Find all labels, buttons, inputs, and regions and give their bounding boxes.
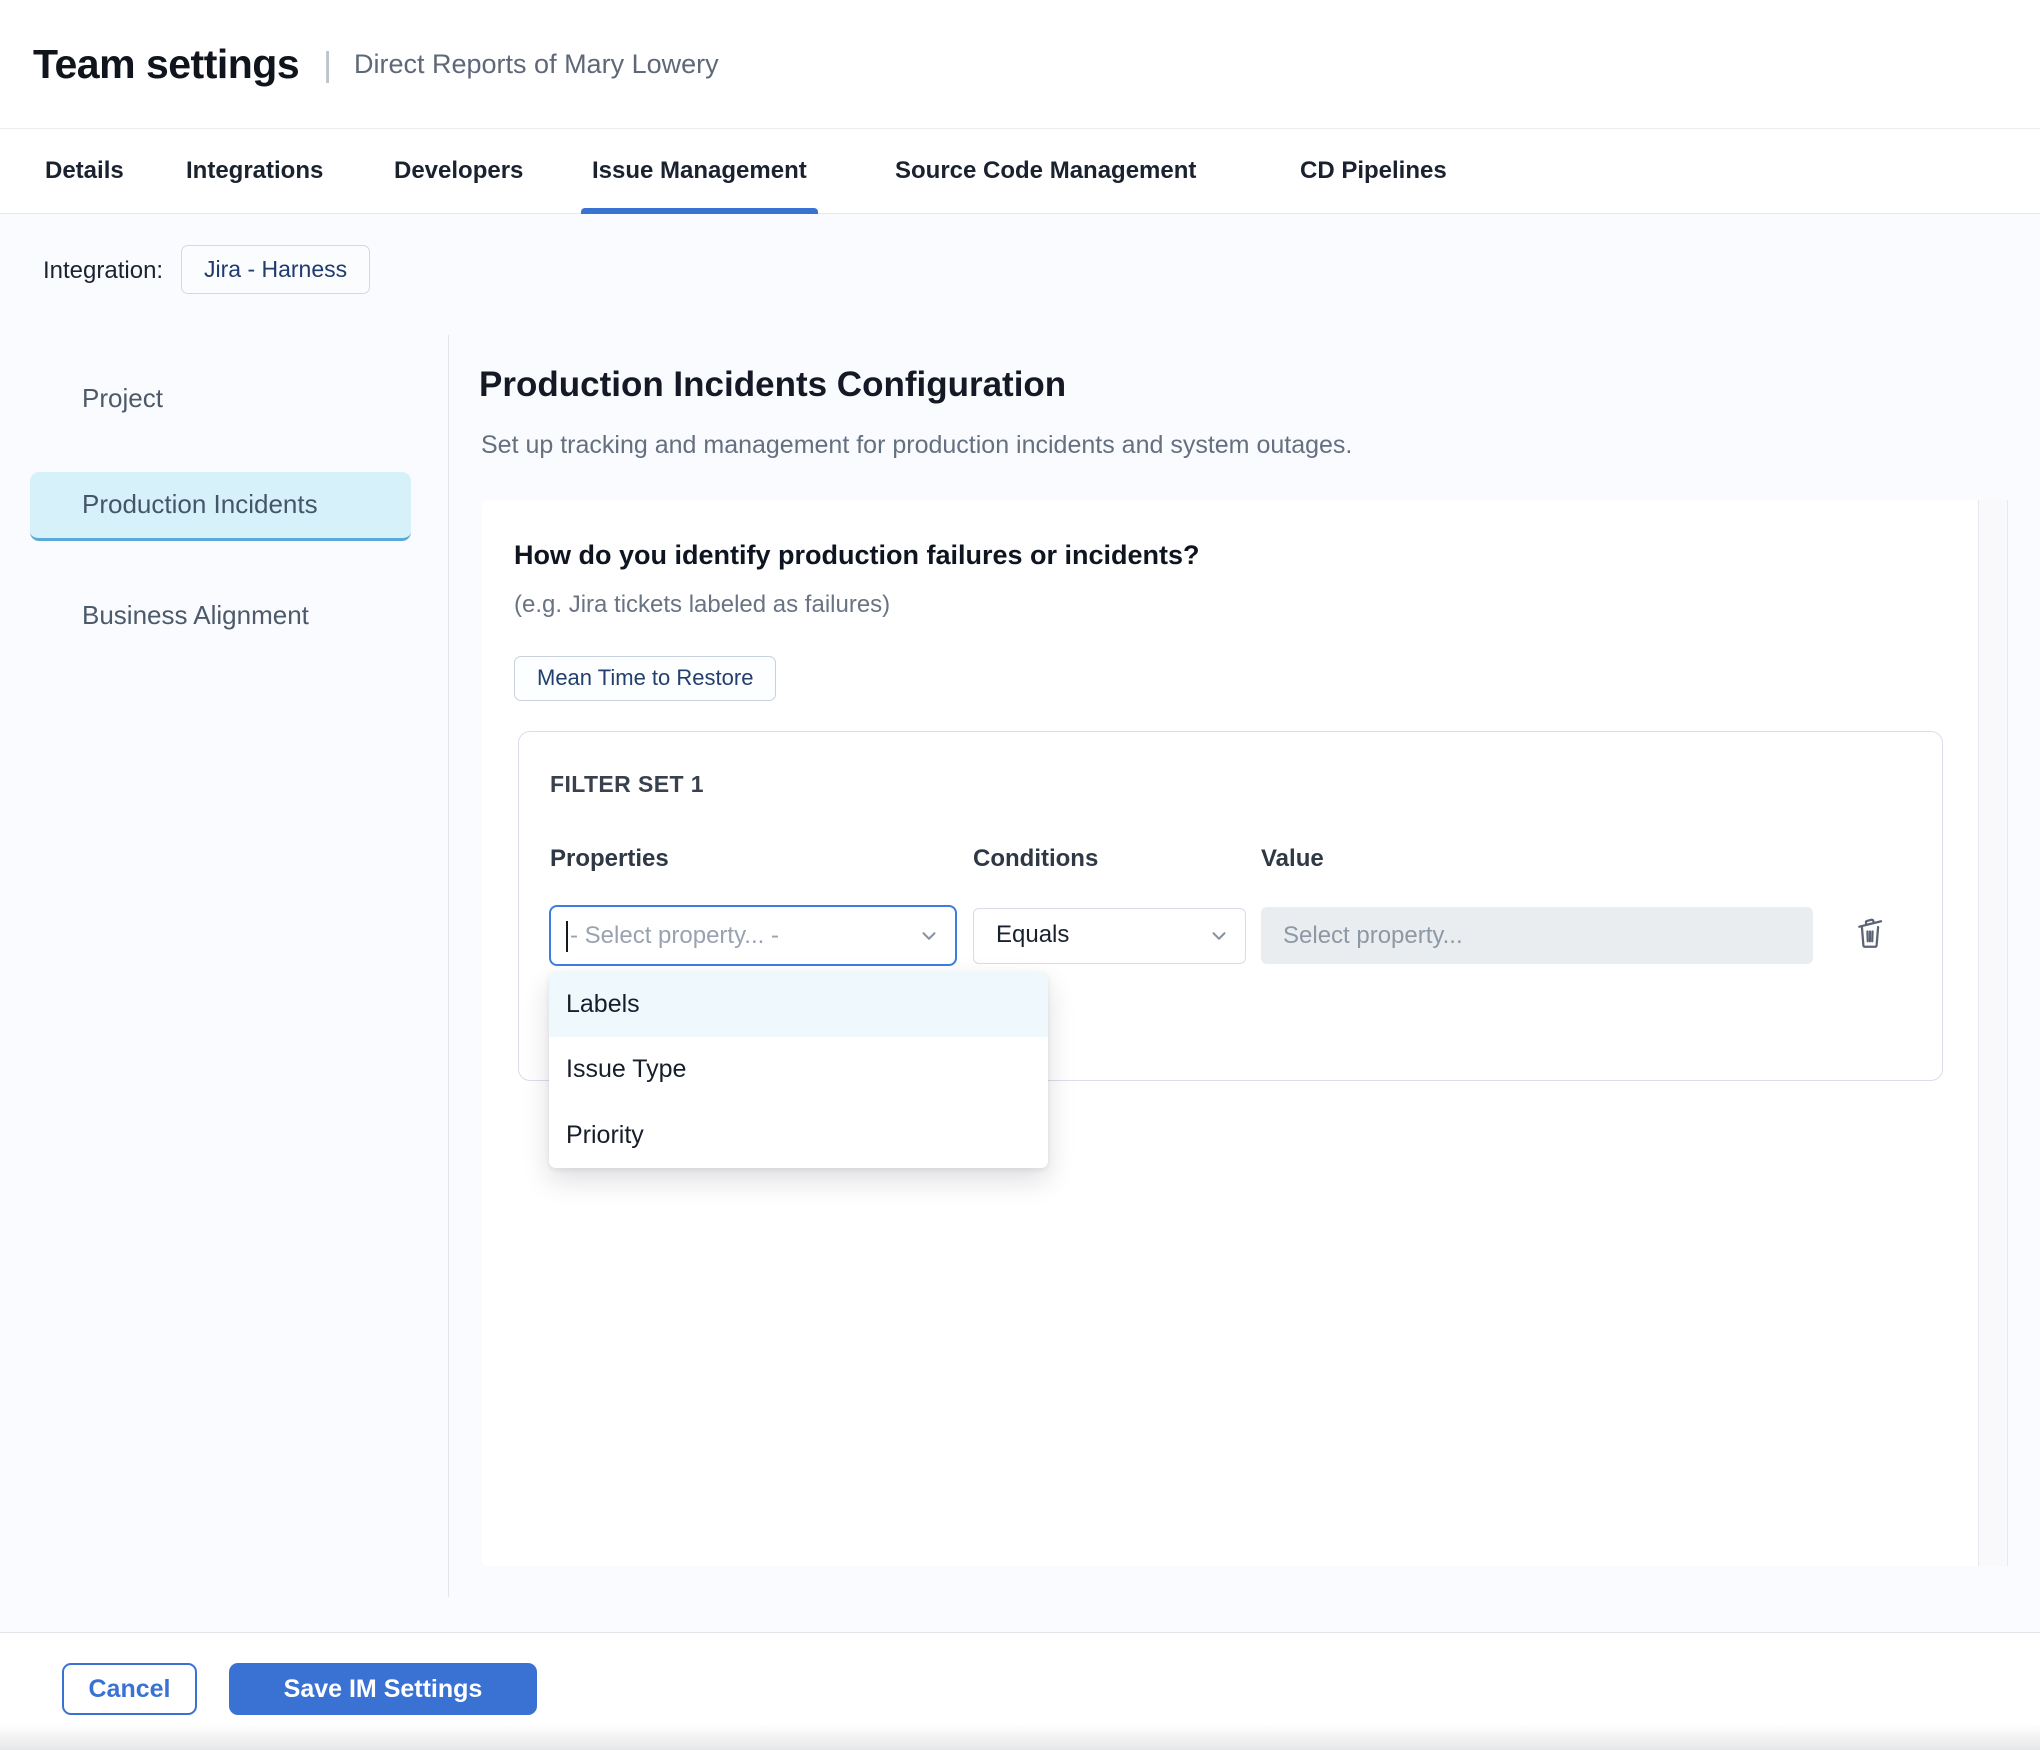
tab-issue-management[interactable]: Issue Management <box>592 129 807 213</box>
tab-details[interactable]: Details <box>45 129 124 213</box>
properties-column-label: Properties <box>550 845 669 873</box>
settings-tab-bar: Details Integrations Developers Issue Ma… <box>0 129 2040 214</box>
value-input[interactable] <box>1261 907 1813 964</box>
page-header: Team settings | Direct Reports of Mary L… <box>0 0 2040 129</box>
chevron-down-icon <box>1208 925 1230 947</box>
text-caret <box>566 921 568 952</box>
tab-cd-pipelines[interactable]: CD Pipelines <box>1300 129 1447 213</box>
title-separator: | <box>323 46 332 85</box>
section-title: Production Incidents Configuration <box>479 365 1066 405</box>
footer-action-bar: Cancel Save IM Settings <box>0 1632 2040 1750</box>
value-column-label: Value <box>1261 845 1324 873</box>
filter-set-title: FILTER SET 1 <box>550 771 704 798</box>
integration-label: Integration: <box>43 257 163 285</box>
sidebar-item-production-incidents[interactable]: Production Incidents <box>30 472 411 541</box>
tab-integrations[interactable]: Integrations <box>186 129 323 213</box>
property-select[interactable]: - Select property... - <box>549 905 957 966</box>
conditions-column-label: Conditions <box>973 845 1098 873</box>
sidebar-item-business-alignment[interactable]: Business Alignment <box>82 600 309 631</box>
property-select-placeholder: - Select property... - <box>570 907 779 964</box>
cancel-button[interactable]: Cancel <box>62 1663 197 1715</box>
panel-scrollbar[interactable] <box>1978 500 2008 1566</box>
question-hint: (e.g. Jira tickets labeled as failures) <box>514 591 890 619</box>
dropdown-option-priority[interactable]: Priority <box>549 1103 1048 1168</box>
sidebar-item-label: Production Incidents <box>82 472 318 536</box>
question-heading: How do you identify production failures … <box>514 540 1200 571</box>
tab-developers[interactable]: Developers <box>394 129 523 213</box>
dropdown-option-issue-type[interactable]: Issue Type <box>549 1037 1048 1102</box>
condition-select[interactable]: Equals <box>973 908 1246 964</box>
footer-fade <box>0 1724 2040 1750</box>
integration-badge[interactable]: Jira - Harness <box>181 245 370 294</box>
dropdown-option-labels[interactable]: Labels <box>549 972 1048 1037</box>
section-subtitle: Set up tracking and management for produ… <box>481 431 1352 460</box>
condition-select-value: Equals <box>996 909 1069 961</box>
save-im-settings-button[interactable]: Save IM Settings <box>229 1663 537 1715</box>
trash-icon <box>1852 913 1888 953</box>
page-title: Team settings <box>33 41 299 88</box>
tab-source-code-management[interactable]: Source Code Management <box>895 129 1196 213</box>
sidebar-divider <box>448 335 449 1597</box>
chevron-down-icon <box>918 925 940 947</box>
property-dropdown-menu: Labels Issue Type Priority <box>549 972 1048 1168</box>
team-name-subtitle: Direct Reports of Mary Lowery <box>354 49 719 80</box>
sidebar-item-project[interactable]: Project <box>82 383 163 414</box>
delete-filter-row-button[interactable] <box>1850 912 1890 956</box>
mean-time-to-restore-chip[interactable]: Mean Time to Restore <box>514 656 776 701</box>
